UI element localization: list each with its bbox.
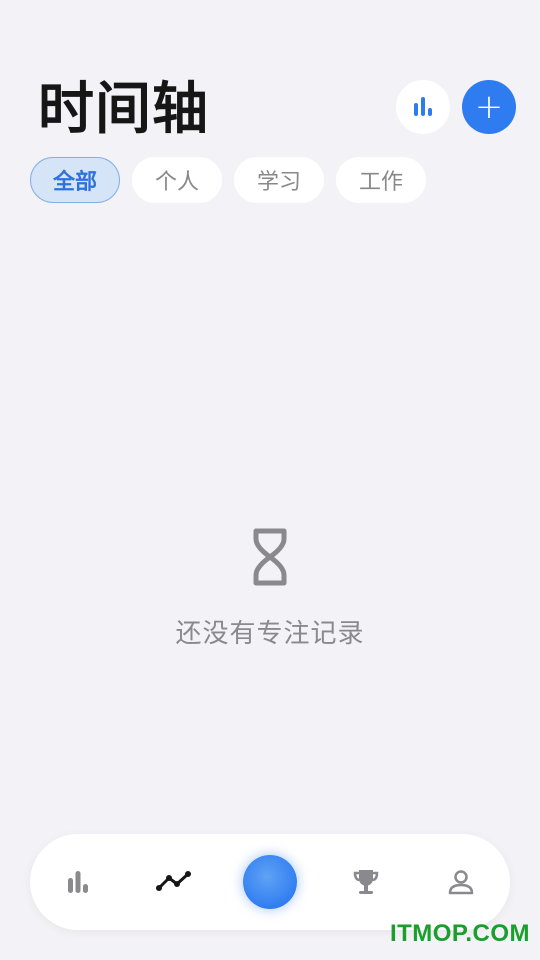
empty-state-text: 还没有专注记录: [175, 619, 365, 649]
bar-chart-icon: [68, 871, 88, 893]
watermark: ITMOP.COM: [389, 920, 530, 947]
tab-study[interactable]: 学习: [234, 157, 325, 203]
profile-icon: [448, 870, 474, 895]
tab-work[interactable]: 工作: [336, 157, 427, 203]
trophy-icon: [353, 870, 379, 894]
tab-personal[interactable]: 个人: [132, 157, 223, 203]
add-button[interactable]: +: [462, 80, 516, 134]
nav-stats[interactable]: [60, 834, 96, 930]
nav-achievements[interactable]: [350, 834, 382, 930]
bar-chart-icon: [414, 97, 432, 116]
bottom-nav: [30, 834, 510, 930]
focus-button[interactable]: [243, 855, 297, 909]
hourglass-icon: [253, 528, 287, 586]
tab-all[interactable]: 全部: [30, 157, 121, 203]
category-tabs: 全部 个人 学习 工作: [30, 157, 427, 205]
nav-profile[interactable]: [446, 834, 476, 930]
plus-icon: +: [474, 87, 504, 127]
timeline-icon: [156, 871, 191, 891]
stats-button[interactable]: [396, 80, 450, 134]
nav-timeline[interactable]: [154, 834, 194, 930]
page-title: 时间轴: [38, 77, 209, 142]
header: 时间轴 +: [0, 0, 540, 150]
empty-state: 还没有专注记录: [0, 525, 540, 650]
